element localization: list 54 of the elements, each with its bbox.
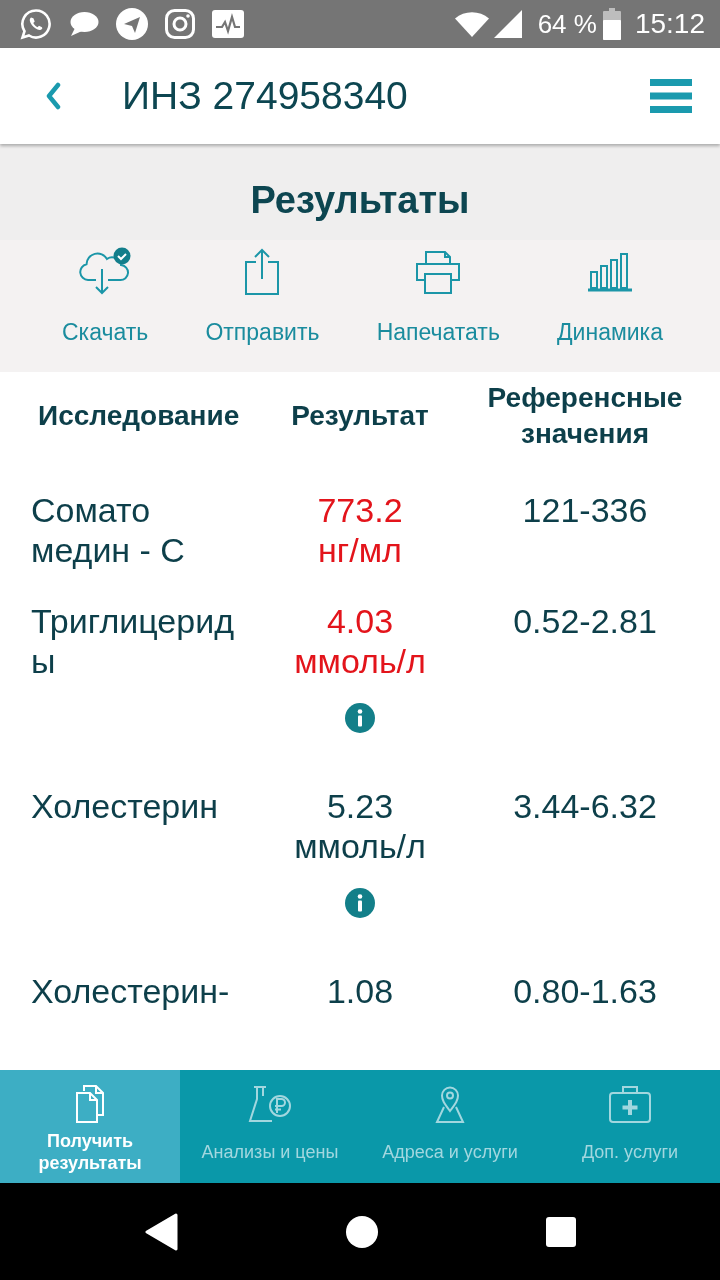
test-name: Триглицериды xyxy=(31,601,235,681)
camera-icon xyxy=(165,9,195,39)
result-value: 1.08 xyxy=(326,971,394,1011)
reference-range: 121-336 xyxy=(522,490,648,530)
share-icon xyxy=(244,248,281,296)
paper-plane-icon xyxy=(116,8,148,40)
signal-icon xyxy=(493,10,522,38)
clock-time: 15:12 xyxy=(634,8,705,40)
info-icon[interactable] xyxy=(345,888,375,918)
result-value: 5.23 xyxy=(326,786,394,826)
home-icon[interactable] xyxy=(346,1215,378,1248)
battery-icon xyxy=(602,8,621,40)
print-button[interactable]: Напечатать xyxy=(376,244,500,346)
download-button[interactable]: Скачать xyxy=(62,244,149,346)
nav-tab[interactable]: Доп. услуги xyxy=(540,1070,720,1183)
recent-apps-icon[interactable] xyxy=(546,1216,576,1247)
result-value: 773.2 xyxy=(317,490,403,530)
cloud-download-icon xyxy=(78,247,133,297)
page-title: ИНЗ 274958340 xyxy=(122,73,409,119)
share-button[interactable]: Отправить xyxy=(205,244,320,346)
battery-percent: 64 % xyxy=(537,9,597,39)
first-aid-kit-icon xyxy=(609,1085,651,1123)
nav-tab[interactable]: Получить результаты xyxy=(0,1070,180,1183)
chat-bubble-icon xyxy=(69,11,99,37)
test-name: Холестерин xyxy=(31,786,218,826)
nav-tab[interactable]: Адреса и услуги xyxy=(360,1070,540,1183)
wifi-icon xyxy=(454,11,489,37)
result-unit: ммоль/л xyxy=(294,826,426,866)
test-name: Холестерин- xyxy=(31,971,230,1011)
reference-range: 0.52-2.81 xyxy=(513,601,657,641)
result-unit: ммоль/л xyxy=(294,641,426,681)
menu-icon xyxy=(650,79,692,113)
chevron-left-icon xyxy=(45,82,61,110)
section-title: Результаты xyxy=(250,178,470,223)
printer-icon xyxy=(415,250,462,294)
column-header: Референсные значения xyxy=(486,381,684,451)
map-pin-icon xyxy=(435,1085,465,1123)
flask-coin-icon xyxy=(248,1085,292,1123)
back-icon[interactable] xyxy=(144,1212,178,1251)
phone-bubble-icon xyxy=(20,8,52,40)
reference-range: 0.80-1.63 xyxy=(513,971,657,1011)
menu-button[interactable] xyxy=(650,79,692,113)
reference-range: 3.44-6.32 xyxy=(513,786,657,826)
column-header: Исследование xyxy=(38,399,240,433)
result-unit: нг/мл xyxy=(318,530,402,570)
column-header: Результат xyxy=(291,399,429,433)
bar-chart-icon xyxy=(587,252,633,292)
info-icon[interactable] xyxy=(345,703,375,733)
nav-tab[interactable]: Анализы и цены xyxy=(180,1070,360,1183)
documents-icon xyxy=(75,1085,105,1123)
test-name: Сомато медин - С xyxy=(31,490,186,570)
pulse-icon xyxy=(212,10,244,38)
chart-button[interactable]: Динамика xyxy=(557,244,663,346)
result-value: 4.03 xyxy=(326,601,394,641)
